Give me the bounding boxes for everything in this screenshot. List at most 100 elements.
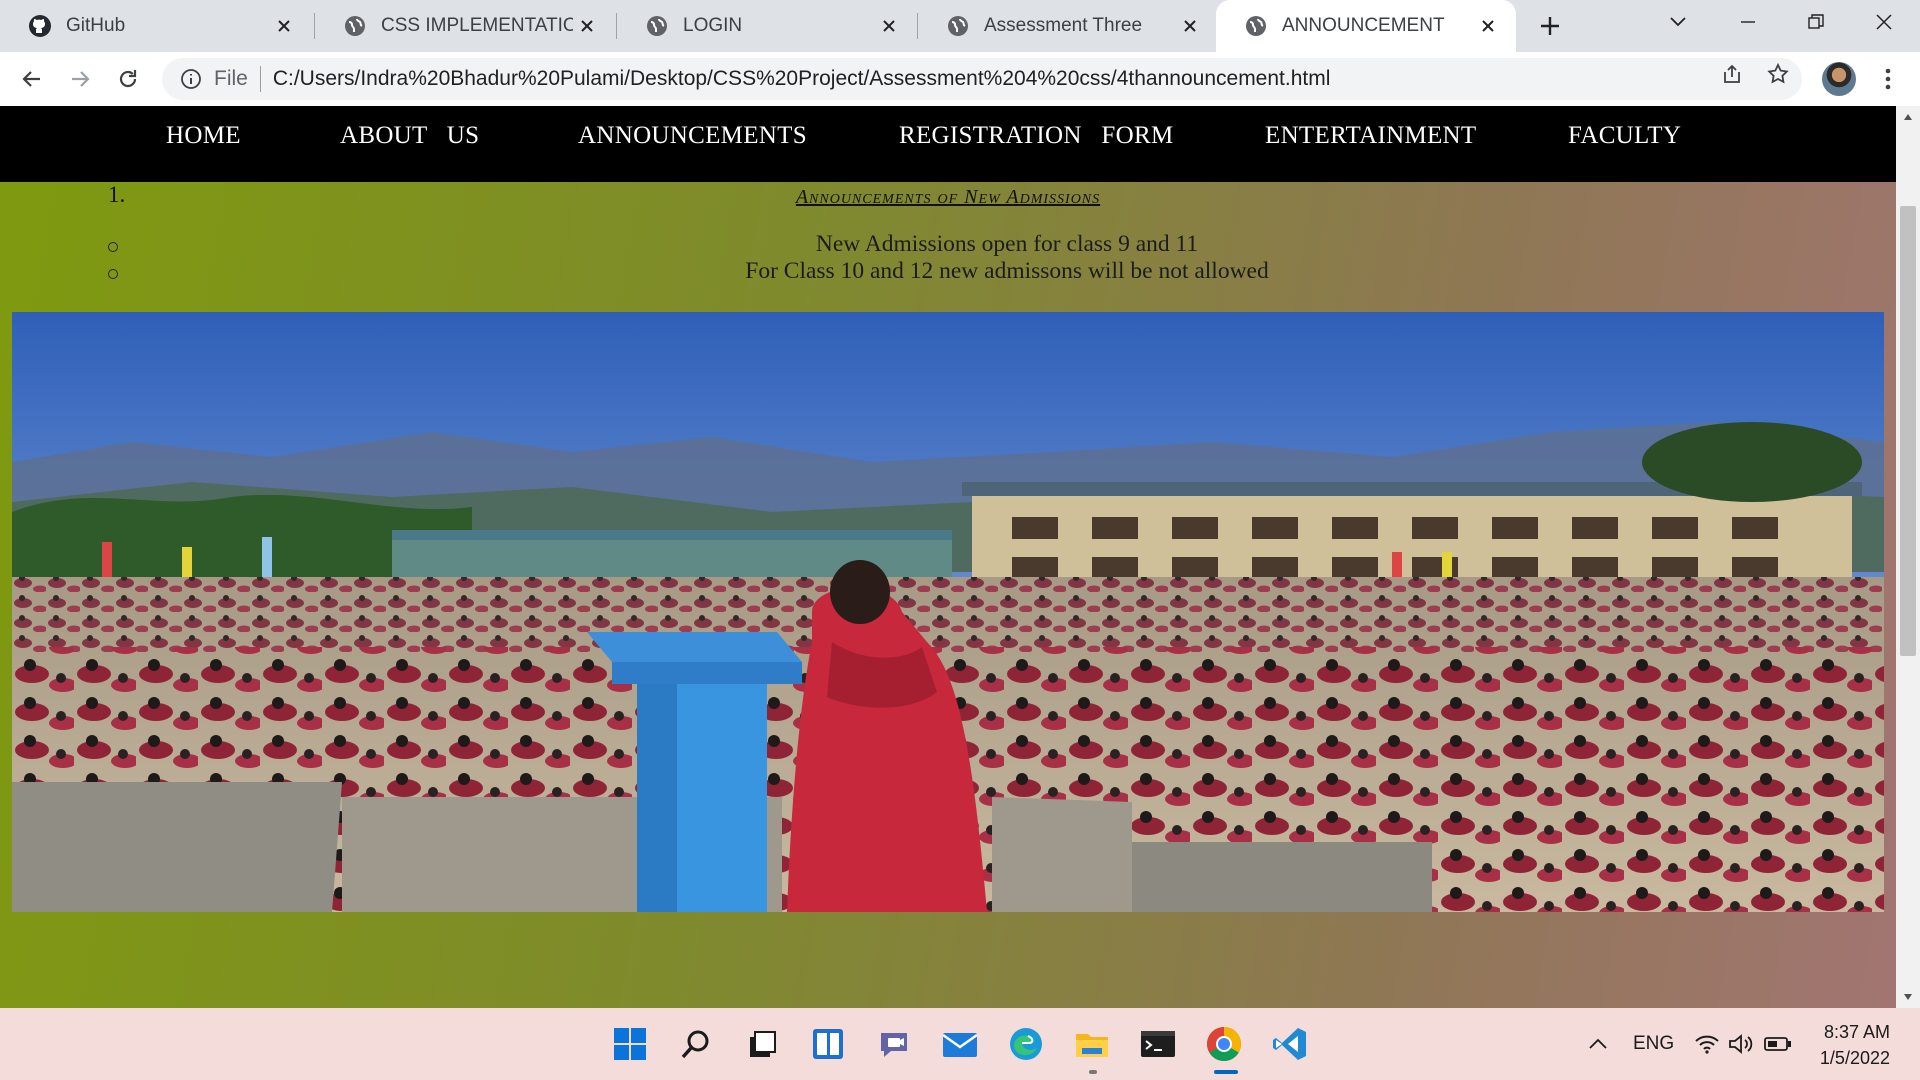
forward-button[interactable] — [62, 61, 98, 97]
address-url[interactable]: C:/Users/Indra%20Bhadur%20Pulami/Desktop… — [273, 67, 1331, 91]
new-tab-button[interactable] — [1532, 8, 1568, 44]
share-button[interactable] — [1718, 60, 1746, 88]
file-explorer-button[interactable] — [1070, 1022, 1114, 1066]
close-tab-icon[interactable] — [1176, 12, 1204, 40]
tab-title: CSS IMPLEMENTATION — [381, 15, 573, 36]
address-bar[interactable]: File C:/Users/Indra%20Bhadur%20Pulami/De… — [162, 58, 1802, 100]
file-explorer-icon — [1076, 1034, 1108, 1057]
arrow-left-icon — [22, 71, 40, 87]
minimize-icon — [1741, 21, 1755, 23]
close-tab-icon[interactable] — [1474, 12, 1502, 40]
widgets-icon — [813, 1029, 843, 1059]
windows-start-icon — [614, 1028, 646, 1060]
chevron-up-icon — [1589, 1038, 1607, 1049]
tab-title: GitHub — [66, 15, 126, 36]
close-tab-icon[interactable] — [573, 12, 601, 40]
announcement-item: New Admissions open for class 9 and 11 — [815, 231, 1199, 257]
star-icon — [1767, 62, 1789, 84]
globe-icon — [345, 16, 365, 36]
caret-up-icon — [1904, 114, 1912, 120]
address-separator — [259, 66, 261, 92]
announcement-item: For Class 10 and 12 new admissons will b… — [745, 258, 1269, 284]
active-app-indicator — [1214, 1070, 1238, 1074]
bookmark-button[interactable] — [1764, 60, 1792, 88]
running-app-indicator — [1089, 1070, 1097, 1074]
tab-announcement[interactable]: ANNOUNCEMENT — [1216, 0, 1516, 52]
close-tab-icon[interactable] — [875, 12, 903, 40]
more-vertical-icon — [1885, 68, 1891, 90]
system-clock[interactable]: 8:37 AM 1/5/2022 — [1808, 1019, 1890, 1071]
search-icon — [681, 1030, 709, 1059]
page-viewport: HOME ABOUT US ANNOUNCEMENTS REGISTRATION… — [0, 106, 1896, 1008]
tab-title: LOGIN — [683, 15, 743, 36]
mail-button[interactable] — [938, 1022, 982, 1066]
vscode-icon — [1273, 1028, 1306, 1060]
tab-github[interactable]: GitHub — [0, 0, 312, 52]
caret-down-icon — [1904, 994, 1912, 1000]
announcement-title: Announcements of New Admissions — [795, 186, 1101, 208]
browser-toolbar: File C:/Users/Indra%20Bhadur%20Pulami/De… — [0, 52, 1920, 106]
github-icon — [29, 15, 51, 37]
clock-date: 1/5/2022 — [1819, 1048, 1890, 1068]
terminal-button[interactable] — [1136, 1022, 1180, 1066]
arrow-right-icon — [72, 71, 90, 87]
taskbar-search-button[interactable] — [674, 1022, 718, 1066]
widgets-button[interactable] — [806, 1022, 850, 1066]
scrollbar-thumb[interactable] — [1900, 206, 1916, 656]
nav-faculty[interactable]: FACULTY — [1568, 122, 1681, 150]
battery-icon — [1764, 1037, 1791, 1051]
chrome-button[interactable] — [1202, 1022, 1246, 1066]
chrome-icon — [1207, 1027, 1241, 1061]
info-icon[interactable] — [178, 66, 204, 92]
tab-css-implementation[interactable]: CSS IMPLEMENTATION — [315, 0, 615, 52]
reload-button[interactable] — [110, 61, 146, 97]
globe-icon — [1246, 16, 1266, 36]
plus-icon — [1541, 17, 1559, 35]
task-view-button[interactable] — [740, 1022, 784, 1066]
tab-title: ANNOUNCEMENT — [1282, 15, 1445, 36]
task-view-icon — [750, 1031, 776, 1057]
nav-home[interactable]: HOME — [166, 122, 241, 150]
profile-avatar[interactable] — [1822, 62, 1856, 96]
close-tab-icon[interactable] — [270, 12, 298, 40]
nav-entertainment[interactable]: ENTERTAINMENT — [1265, 122, 1476, 150]
close-icon — [1876, 14, 1892, 30]
clock-time: 8:37 AM — [1823, 1022, 1890, 1042]
edge-icon — [1010, 1028, 1042, 1060]
edge-button[interactable] — [1004, 1022, 1048, 1066]
mail-icon — [942, 1033, 978, 1057]
globe-icon — [647, 16, 667, 36]
scroll-down-button[interactable] — [1896, 986, 1920, 1008]
language-indicator[interactable]: ENG — [1633, 1008, 1674, 1080]
volume-icon — [1729, 1034, 1753, 1054]
tab-search-button[interactable] — [1644, 0, 1712, 44]
start-button[interactable] — [608, 1022, 652, 1066]
vscode-button[interactable] — [1268, 1022, 1312, 1066]
reload-icon — [119, 70, 137, 88]
wifi-icon — [1695, 1035, 1719, 1054]
back-button[interactable] — [14, 61, 50, 97]
terminal-icon — [1141, 1031, 1175, 1057]
scroll-up-button[interactable] — [1896, 106, 1920, 128]
close-window-button[interactable] — [1850, 0, 1918, 44]
tab-strip: GitHub CSS IMPLEMENTATION LOGIN Assessme… — [0, 0, 1920, 52]
nav-about-us[interactable]: ABOUT US — [340, 122, 479, 150]
show-hidden-icons-button[interactable] — [1588, 1008, 1608, 1080]
browser-menu-button[interactable] — [1872, 62, 1904, 96]
tab-login[interactable]: LOGIN — [617, 0, 917, 52]
teams-chat-button[interactable] — [872, 1022, 916, 1066]
share-icon — [1724, 64, 1740, 83]
address-scheme-label: File — [214, 67, 248, 90]
teams-chat-icon — [881, 1033, 907, 1057]
page-scrollbar[interactable] — [1896, 106, 1920, 1008]
restore-icon — [1808, 14, 1824, 29]
site-navigation: HOME ABOUT US ANNOUNCEMENTS REGISTRATION… — [0, 106, 1896, 182]
language-label: ENG — [1633, 1033, 1675, 1054]
tab-assessment-three[interactable]: Assessment Three — [918, 0, 1218, 52]
chevron-down-icon — [1670, 17, 1686, 27]
restore-button[interactable] — [1782, 0, 1850, 44]
minimize-button[interactable] — [1714, 0, 1782, 44]
nav-registration-form[interactable]: REGISTRATION FORM — [899, 122, 1173, 150]
network-volume-battery[interactable] — [1694, 1008, 1792, 1080]
nav-announcements[interactable]: ANNOUNCEMENTS — [578, 122, 807, 150]
